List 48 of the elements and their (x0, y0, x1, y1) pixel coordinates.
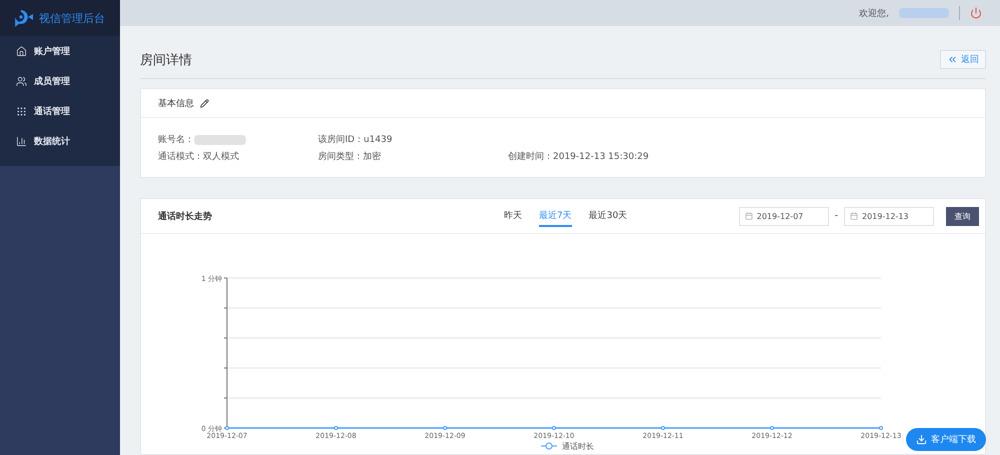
range-tab[interactable]: 最近30天 (588, 206, 628, 226)
sidebar-item[interactable]: 成员管理 (0, 66, 120, 96)
brand-name: 视信管理后台 (39, 10, 105, 26)
sidebar-item[interactable]: 账户管理 (0, 36, 120, 66)
field-label: 房间类型： (318, 150, 363, 163)
data-point (443, 426, 447, 430)
legend-label: 通话时长 (562, 442, 594, 451)
field-label: 通话模式： (158, 150, 203, 163)
field-value: 2019-12-13 15:30:29 (553, 152, 649, 162)
data-point (552, 426, 556, 430)
power-icon[interactable] (970, 7, 982, 19)
sidebar-item[interactable]: 通话管理 (0, 96, 120, 126)
start-date-field[interactable]: 2019-12-07 (738, 206, 829, 226)
field-value: 双人模式 (203, 150, 239, 163)
data-point (770, 426, 774, 430)
download-icon (916, 434, 927, 445)
video-chat-logo-icon (14, 9, 34, 27)
data-point (225, 426, 229, 430)
data-point (879, 426, 883, 430)
field-label: 创建时间： (508, 150, 553, 163)
card-title: 基本信息 (158, 98, 194, 110)
range-tab[interactable]: 昨天 (504, 206, 522, 226)
field-value: 加密 (363, 150, 381, 163)
calendar-icon (850, 212, 858, 220)
download-client-button[interactable]: 客户端下载 (906, 428, 986, 451)
data-point (661, 426, 665, 430)
query-button[interactable]: 查询 (946, 206, 979, 226)
edit-icon[interactable] (200, 98, 209, 108)
card-title: 通话时长走势 (158, 210, 213, 222)
dots-icon (16, 106, 27, 116)
field-label: 该房间ID： (318, 134, 364, 146)
legend-line-icon (540, 442, 558, 450)
field-label: 账号名： (158, 134, 194, 146)
end-date-field[interactable]: 2019-12-13 (844, 206, 934, 226)
range-tab[interactable]: 最近7天 (539, 206, 572, 226)
redacted-username (899, 8, 949, 18)
users-icon (16, 76, 27, 86)
double-chevron-left-icon (947, 54, 958, 65)
calendar-icon (744, 212, 753, 220)
date-separator: - (834, 211, 838, 221)
data-point (334, 426, 338, 430)
redacted-block (194, 134, 246, 144)
page-title: 房间详情 (140, 52, 192, 69)
sidebar-item[interactable]: 数据统计 (0, 126, 120, 156)
field-value: u1439 (364, 134, 392, 144)
home-icon (16, 46, 27, 56)
greeting: 欢迎您, (859, 8, 889, 20)
bar-chart-icon (16, 136, 27, 146)
